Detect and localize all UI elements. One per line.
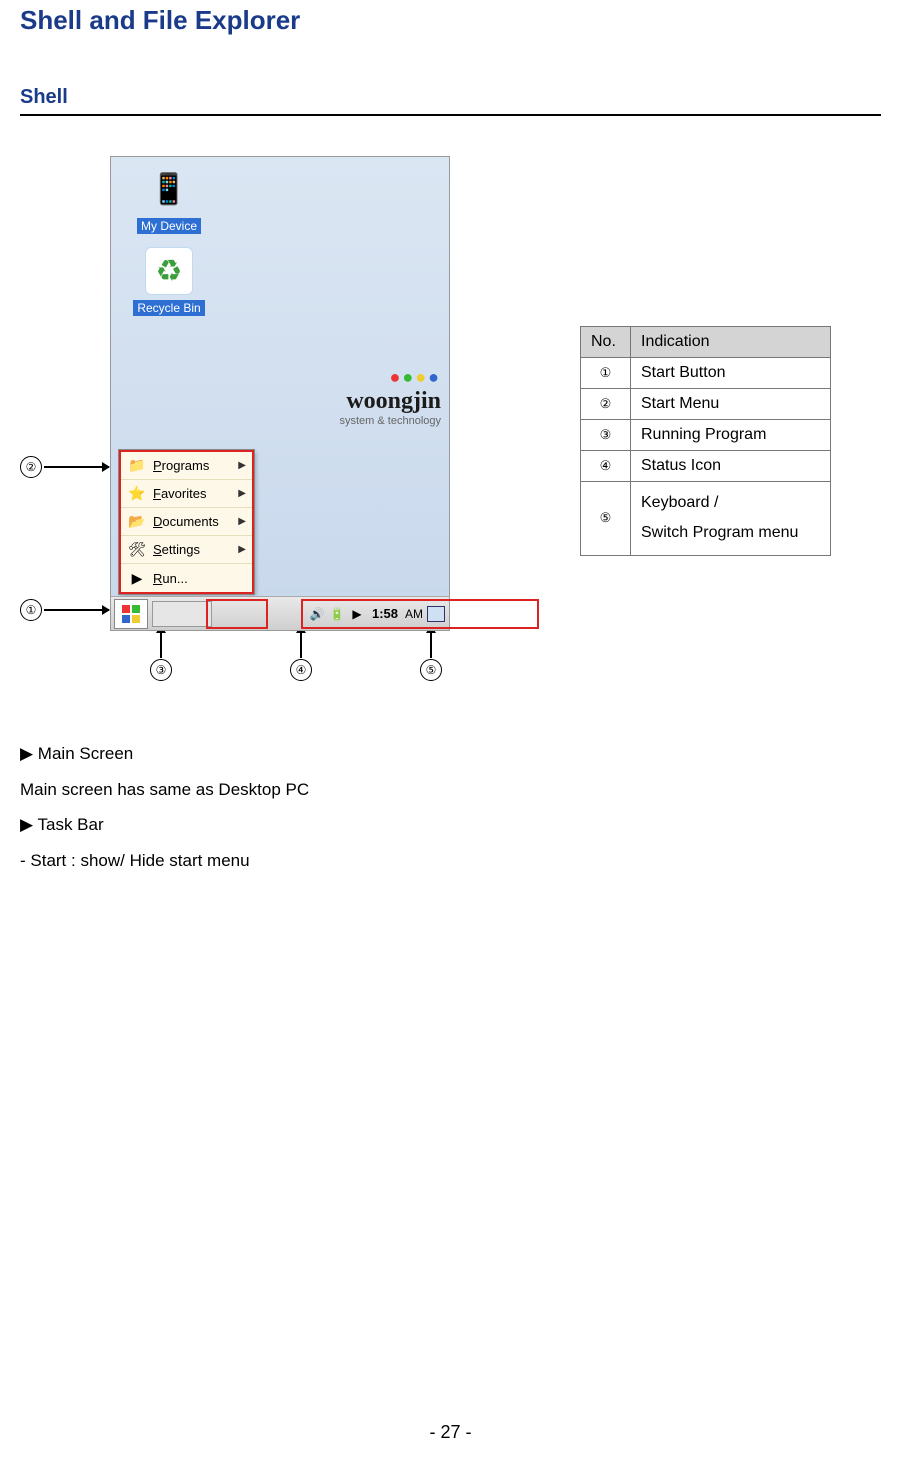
switch-program-button[interactable] [427, 606, 445, 622]
page-title: Shell and File Explorer [20, 0, 881, 36]
body-line: ▶ Task Bar [20, 807, 881, 843]
submenu-arrow-icon: ▶ [238, 488, 246, 499]
device-screenshot: 📱 My Device ♻ Recycle Bin ●●●● woongjin … [110, 156, 450, 631]
start-menu-item-favorites[interactable]: ⭐ Favorites ▶ [121, 480, 252, 508]
callout-5: ⑤ [420, 659, 442, 681]
arrow-2 [44, 466, 109, 468]
body-line: Main screen has same as Desktop PC [20, 772, 881, 808]
logo-sub: system & technology [271, 415, 441, 427]
taskbar-clock[interactable]: 1:58 [369, 606, 401, 621]
arrow-1 [44, 609, 109, 611]
start-menu-item-documents[interactable]: 📂 Documents ▶ [121, 508, 252, 536]
legend-head-no: No. [581, 327, 631, 358]
programs-icon: 📁 [127, 456, 147, 476]
callout-3: ③ [150, 659, 172, 681]
submenu-arrow-icon: ▶ [238, 460, 246, 471]
table-row: ⑤ Keyboard /Switch Program menu [581, 482, 831, 556]
logo-name: woongjin [271, 388, 441, 415]
submenu-arrow-icon: ▶ [238, 516, 246, 527]
legend-no: ③ [581, 420, 631, 451]
start-menu-item-programs[interactable]: 📁 Programs ▶ [121, 452, 252, 480]
menu-label: Documents [153, 514, 219, 529]
submenu-arrow-icon: ▶ [238, 544, 246, 555]
legend-indication: Start Menu [631, 389, 831, 420]
table-row: ① Start Button [581, 358, 831, 389]
legend-head-indication: Indication [631, 327, 831, 358]
start-menu-item-run[interactable]: ▶ Run... [121, 564, 252, 592]
legend-no: ② [581, 389, 631, 420]
legend-no: ⑤ [581, 482, 631, 556]
windows-flag-icon [122, 605, 140, 623]
legend-no: ④ [581, 451, 631, 482]
body-line: ▶ Main Screen [20, 736, 881, 772]
legend-indication: Keyboard /Switch Program menu [631, 482, 831, 556]
desktop: 📱 My Device ♻ Recycle Bin ●●●● woongjin … [111, 157, 449, 597]
tray-arrow-icon[interactable]: ▶ [349, 606, 365, 622]
menu-label: Programs [153, 458, 209, 473]
taskbar: 🔊 🔋 ▶ 1:58 AM [111, 596, 449, 630]
legend-indication: Running Program [631, 420, 831, 451]
settings-icon: 🛠 [127, 540, 147, 560]
start-menu: 📁 Programs ▶ ⭐ Favorites ▶ 📂 Documents ▶ [119, 450, 254, 594]
tray-status-icon[interactable]: 🔋 [329, 606, 345, 622]
desktop-icon-label: My Device [137, 218, 201, 234]
body-text: ▶ Main Screen Main screen has same as De… [20, 736, 881, 879]
menu-label: Favorites [153, 486, 206, 501]
legend-table: No. Indication ① Start Button ② Start Me… [580, 326, 831, 556]
table-row: ④ Status Icon [581, 451, 831, 482]
running-program-slot[interactable] [152, 601, 212, 627]
taskbar-ampm: AM [405, 607, 423, 621]
page-number: - 27 - [0, 1422, 901, 1443]
run-icon: ▶ [127, 568, 147, 588]
favorites-icon: ⭐ [127, 484, 147, 504]
desktop-icon-recycle-bin[interactable]: ♻ Recycle Bin [119, 247, 219, 317]
recycle-icon: ♻ [145, 247, 193, 295]
desktop-icon-label: Recycle Bin [133, 300, 204, 316]
menu-label: Settings [153, 542, 200, 557]
desktop-icon-my-device[interactable]: 📱 My Device [119, 165, 219, 235]
section-title: Shell [20, 86, 881, 116]
callout-1: ① [20, 599, 42, 621]
start-menu-item-settings[interactable]: 🛠 Settings ▶ [121, 536, 252, 564]
legend-indication: Status Icon [631, 451, 831, 482]
body-line: - Start : show/ Hide start menu [20, 843, 881, 879]
logo-dots-icon: ●●●● [271, 367, 441, 388]
callout-2: ② [20, 456, 42, 478]
figure: ① ② ③ ④ ⑤ 📱 My Device ♻ Recycle Bin [20, 156, 480, 696]
wallpaper-logo: ●●●● woongjin system & technology [271, 367, 441, 427]
legend-no: ① [581, 358, 631, 389]
table-row: ② Start Menu [581, 389, 831, 420]
callout-4: ④ [290, 659, 312, 681]
system-tray: 🔊 🔋 ▶ 1:58 AM [309, 606, 449, 622]
legend-indication: Start Button [631, 358, 831, 389]
menu-label: Run... [153, 571, 188, 586]
start-button[interactable] [114, 599, 148, 629]
pda-icon: 📱 [145, 165, 193, 213]
table-row: ③ Running Program [581, 420, 831, 451]
documents-icon: 📂 [127, 512, 147, 532]
tray-status-icon[interactable]: 🔊 [309, 606, 325, 622]
